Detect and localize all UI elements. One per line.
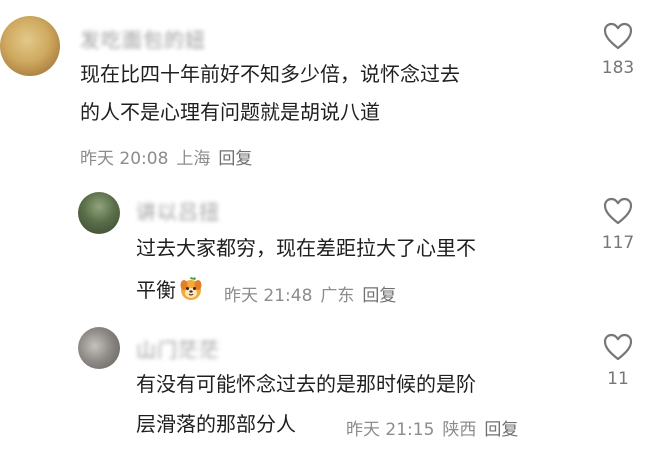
- comment-text-line-1: 有没有可能怀念过去的是那时候的是阶: [136, 372, 476, 396]
- reply-button[interactable]: 回复: [362, 286, 396, 306]
- comment-time: 昨天 21:15: [346, 420, 435, 440]
- comment-text-line-1: 过去大家都穷，现在差距拉大了心里不: [136, 236, 476, 260]
- comment-text-line-1: 现在比四十年前好不知多少倍，说怀念过去: [80, 62, 460, 86]
- like-button[interactable]: 11: [590, 333, 646, 389]
- comment-meta: 昨天 21:48 广东 回复: [224, 281, 396, 306]
- avatar[interactable]: [78, 192, 120, 234]
- comment-username[interactable]: 山门茫茫: [136, 334, 220, 363]
- like-count: 11: [607, 369, 629, 389]
- comment-meta: 昨天 20:08 上海 回复: [80, 144, 252, 169]
- heart-outline-icon: [603, 22, 633, 50]
- comment-meta: 昨天 21:15 陕西 回复: [346, 415, 518, 440]
- avatar[interactable]: [0, 16, 60, 76]
- comment-text-line-2: 平衡: [136, 272, 204, 308]
- comment-text-fragment: 平衡: [136, 278, 176, 302]
- comment-location: 上海: [176, 149, 211, 169]
- reply-button[interactable]: 回复: [484, 420, 518, 440]
- avatar[interactable]: [78, 327, 120, 369]
- comment-time: 昨天 21:48: [224, 286, 313, 306]
- comment-location: 陕西: [442, 420, 477, 440]
- comment-username[interactable]: 讲以吕扭: [136, 196, 220, 225]
- like-count: 117: [601, 233, 635, 253]
- like-button[interactable]: 183: [590, 22, 646, 78]
- comment-location: 广东: [320, 286, 355, 306]
- comment-username[interactable]: 发吃面包的妞: [80, 24, 206, 53]
- heart-outline-icon: [603, 197, 633, 225]
- like-button[interactable]: 117: [590, 197, 646, 253]
- dog-face-emoji-icon: [178, 276, 204, 302]
- reply-button[interactable]: 回复: [218, 149, 252, 169]
- heart-outline-icon: [603, 333, 633, 361]
- comment-text-line-2: 层滑落的那部分人: [136, 412, 296, 436]
- like-count: 183: [601, 58, 635, 78]
- comment-text-line-2: 的人不是心理有问题就是胡说八道: [80, 100, 380, 124]
- comment-time: 昨天 20:08: [80, 149, 169, 169]
